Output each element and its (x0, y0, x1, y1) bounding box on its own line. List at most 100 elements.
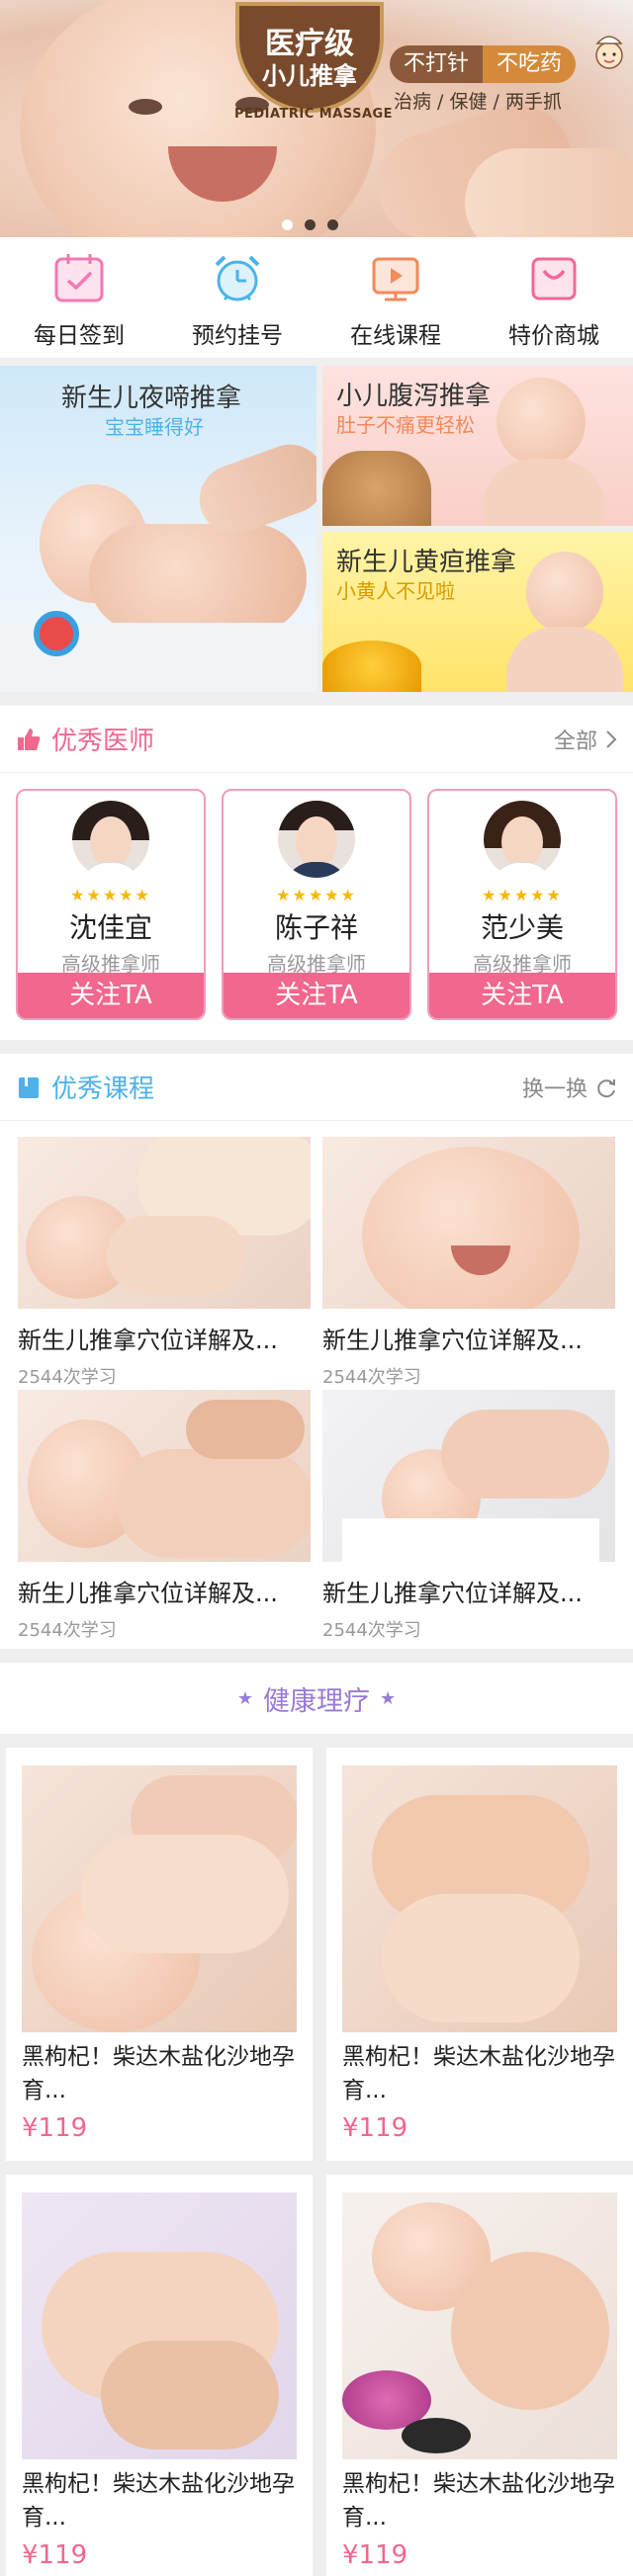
course-card[interactable]: 新生儿推拿穴位详解及... 2544次学习 (322, 1390, 615, 1643)
health-section-header: ★ 健康理疗 ★ (0, 1663, 633, 1734)
page: 医疗级 小儿推拿 PEDIATRIC MASSAGE 不打针 不吃药 治病 / … (0, 0, 633, 2576)
view-all-label: 全部 (553, 729, 597, 754)
course-list: 新生儿推拿穴位详解及... 2544次学习 新生儿推拿穴位详解及... 2544… (0, 1121, 633, 1649)
nav-label: 预约挂号 (192, 323, 283, 349)
courses-section: 优秀课程 换一换 新生儿推拿穴位详解及... 2544次学习 新生儿推拿穴位详解… (0, 1054, 633, 1649)
product-title: 黑枸杞！柴达木盐化沙地孕育... (342, 2471, 615, 2531)
section-title: 优秀课程 (51, 1074, 155, 1104)
banner-tagline: 治病 / 保健 / 两手抓 (394, 91, 562, 113)
promo-baby-image (526, 552, 603, 633)
course-title: 新生儿推拿穴位详解及... (322, 1327, 583, 1354)
product-title: 黑枸杞！柴达木盐化沙地孕育... (22, 2471, 295, 2531)
carousel-dot[interactable] (282, 219, 293, 230)
product-image (22, 1765, 297, 2032)
course-card[interactable]: 新生儿推拿穴位详解及... 2544次学习 (322, 1137, 615, 1390)
doctor-card[interactable]: ★★★★★ 范少美 高级推拿师 关注TA (427, 789, 617, 1020)
star-icon: ★ (380, 1687, 397, 1709)
alarm-clock-icon (215, 255, 260, 301)
follow-button[interactable]: 关注TA (429, 973, 615, 1018)
doctor-name: 沈佳宜 (68, 911, 152, 944)
product-card[interactable]: 黑枸杞！柴达木盐化沙地孕育... ¥119 (6, 1748, 313, 2161)
teddy-bear-image (322, 451, 431, 526)
promo-subtitle: 小黄人不见啦 (336, 579, 455, 603)
doctors-section: 优秀医师 全部 ★★★★★ 沈佳宜 高级推拿师 关注TA ★★★★★ 陈子祥 高… (0, 706, 633, 1040)
course-thumbnail (18, 1137, 311, 1309)
view-all-link[interactable]: 全部 (554, 724, 617, 755)
carousel-dots[interactable] (282, 219, 338, 230)
banner-pills: 不打针 不吃药 (390, 45, 577, 85)
product-card[interactable]: 黑枸杞！柴达木盐化沙地孕育... ¥119 (6, 2175, 313, 2576)
hero-banner[interactable]: 医疗级 小儿推拿 PEDIATRIC MASSAGE 不打针 不吃药 治病 / … (0, 0, 633, 237)
product-price: ¥119 (342, 2113, 408, 2143)
product-list: 黑枸杞！柴达木盐化沙地孕育... ¥119 黑枸杞！柴达木盐化沙地孕育... ¥… (0, 1734, 633, 2576)
pill-no-injection: 不打针 (390, 45, 484, 83)
promo-baby-image (497, 378, 586, 467)
nav-appointment[interactable]: 预约挂号 (158, 251, 316, 358)
badge-line1: 医疗级 (265, 27, 354, 61)
badge-line2: 小儿推拿 (262, 62, 357, 90)
rating-stars: ★★★★★ (482, 886, 563, 904)
section-title: 健康理疗 (263, 1685, 370, 1717)
course-card[interactable]: 新生儿推拿穴位详解及... 2544次学习 (18, 1390, 311, 1643)
badge-subtitle: PEDIATRIC MASSAGE (233, 107, 394, 122)
course-thumbnail (322, 1390, 615, 1562)
follow-button[interactable]: 关注TA (18, 973, 204, 1018)
nav-daily-checkin[interactable]: 每日签到 (0, 251, 158, 358)
section-header: 优秀课程 换一换 (0, 1054, 633, 1121)
sunflower-image (322, 641, 421, 692)
follow-button[interactable]: 关注TA (224, 973, 409, 1018)
course-card[interactable]: 新生儿推拿穴位详解及... 2544次学习 (18, 1137, 311, 1390)
star-icon: ★ (236, 1687, 253, 1709)
section-title: 优秀医师 (51, 727, 155, 756)
course-thumbnail (322, 1137, 615, 1309)
chevron-right-icon (606, 730, 617, 748)
doctor-name: 陈子祥 (274, 911, 358, 944)
rating-stars: ★★★★★ (70, 886, 151, 904)
promo-subtitle: 肚子不痛更轻松 (336, 413, 475, 437)
section-header: 优秀医师 全部 (0, 706, 633, 773)
carousel-dot[interactable] (327, 219, 338, 230)
promo-diarrhea[interactable]: 小儿腹泻推拿 肚子不痛更轻松 (322, 366, 633, 526)
course-title: 新生儿推拿穴位详解及... (18, 1580, 278, 1607)
product-price: ¥119 (22, 2113, 88, 2143)
stone-image (402, 2418, 471, 2453)
product-image (22, 2192, 297, 2459)
promo-title: 小儿腹泻推拿 (336, 382, 492, 411)
product-card[interactable]: 黑枸杞！柴达木盐化沙地孕育... ¥119 (326, 1748, 633, 2161)
doctor-name: 范少美 (480, 911, 564, 944)
promo-jaundice[interactable]: 新生儿黄疸推拿 小黄人不见啦 (322, 532, 633, 692)
product-price: ¥119 (342, 2540, 408, 2570)
refresh-link[interactable]: 换一换 (522, 1072, 617, 1103)
promo-title: 新生儿黄疸推拿 (336, 548, 517, 577)
calendar-check-icon (54, 254, 104, 302)
product-card[interactable]: 黑枸杞！柴达木盐化沙地孕育... ¥119 (326, 2175, 633, 2576)
nav-label: 特价商城 (508, 323, 599, 349)
shopping-bag-icon (531, 257, 577, 301)
pill-no-medicine: 不吃药 (483, 45, 577, 83)
doctor-card[interactable]: ★★★★★ 陈子祥 高级推拿师 关注TA (222, 789, 411, 1020)
tv-play-icon (372, 257, 419, 301)
course-study-count: 2544次学习 (322, 1367, 421, 1388)
avatar (278, 801, 355, 878)
quick-nav: 每日签到 预约挂号 在线课程 特价商城 (0, 237, 633, 358)
product-title: 黑枸杞！柴达木盐化沙地孕育... (22, 2044, 295, 2104)
promo-baby-image (89, 524, 307, 633)
promo-night-crying[interactable]: 新生儿夜啼推拿 宝宝睡得好 (0, 366, 316, 692)
nav-online-course[interactable]: 在线课程 (316, 251, 475, 358)
book-icon (19, 1076, 39, 1098)
nav-label: 在线课程 (350, 323, 441, 349)
refresh-label: 换一换 (521, 1076, 588, 1102)
nav-special-mall[interactable]: 特价商城 (475, 251, 633, 358)
course-study-count: 2544次学习 (322, 1620, 421, 1641)
product-image (342, 2192, 617, 2459)
course-study-count: 2544次学习 (18, 1620, 117, 1641)
doctor-card[interactable]: ★★★★★ 沈佳宜 高级推拿师 关注TA (16, 789, 206, 1020)
toy-icon (34, 611, 79, 656)
refresh-icon (597, 1078, 615, 1097)
promo-subtitle: 宝宝睡得好 (105, 415, 204, 439)
carousel-dot[interactable] (305, 219, 316, 230)
rating-stars: ★★★★★ (276, 886, 357, 904)
course-title: 新生儿推拿穴位详解及... (322, 1580, 583, 1607)
avatar (72, 801, 149, 878)
nav-label: 每日签到 (34, 323, 125, 349)
